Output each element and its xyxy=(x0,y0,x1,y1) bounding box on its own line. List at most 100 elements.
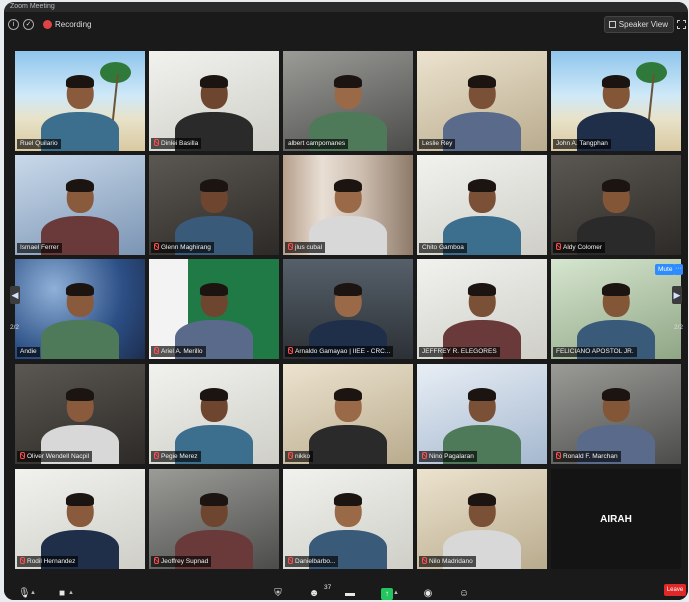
participant-tile[interactable]: Nino Pagalaran xyxy=(417,364,547,464)
participant-name: Ronald F. Marchan xyxy=(563,453,618,460)
security-button[interactable]: ⛨ xyxy=(272,583,284,599)
participant-name-tag: Ariel A. Merillo xyxy=(151,346,206,357)
page-indicator-right: 2/2 xyxy=(674,324,684,331)
mute-participant-button[interactable]: Mute xyxy=(655,264,676,275)
video-feed xyxy=(15,259,145,359)
record-icon: ◉ xyxy=(423,588,433,599)
muted-microphone-icon xyxy=(154,139,159,146)
participant-tile[interactable]: nikko xyxy=(283,364,413,464)
video-feed xyxy=(15,469,145,569)
participant-name-tag: Jeoffrey Supnad xyxy=(151,556,212,567)
caret-up-icon[interactable]: ▲ xyxy=(30,590,36,596)
chat-button[interactable]: ▬ xyxy=(344,583,356,599)
video-feed xyxy=(417,259,547,359)
participant-tile[interactable]: albert campomanes xyxy=(283,51,413,151)
participant-tile[interactable]: Rodil Hernandez xyxy=(15,469,145,569)
participant-tile[interactable]: Ariel A. Merillo xyxy=(149,259,279,359)
fullscreen-icon[interactable] xyxy=(677,20,686,29)
participant-tile[interactable]: John A. Tangphan xyxy=(551,51,681,151)
participant-name-tag: Glenn Maghirang xyxy=(151,242,214,253)
muted-microphone-icon xyxy=(288,243,293,250)
chat-icon: ▬ xyxy=(345,588,355,599)
reactions-button[interactable]: ☺ xyxy=(458,583,470,599)
page-indicator-left: 2/2 xyxy=(10,324,20,331)
muted-microphone-icon xyxy=(20,452,25,459)
participant-name-tag: Pegie Merez xyxy=(151,451,201,462)
participant-tile[interactable]: Dinlei Basilla xyxy=(149,51,279,151)
participant-tile[interactable]: Pegie Merez xyxy=(149,364,279,464)
participant-tile[interactable]: Danielbarbo... xyxy=(283,469,413,569)
muted-microphone-icon xyxy=(154,347,159,354)
participant-name-tag: John A. Tangphan xyxy=(553,139,611,149)
participant-name: Ruel Quilario xyxy=(20,140,58,147)
shield-icon[interactable]: ✓ xyxy=(23,19,34,30)
next-page-button[interactable]: ▶ xyxy=(672,286,682,304)
participant-name: JEFFREY R. ELEGORES xyxy=(422,348,497,355)
speaker-view-button[interactable]: Speaker View xyxy=(603,16,674,33)
caret-up-icon[interactable]: ▲ xyxy=(68,590,74,596)
video-feed xyxy=(417,364,547,464)
video-feed xyxy=(15,364,145,464)
title-bar: Zoom Meeting xyxy=(4,2,688,12)
participant-name-tag: Ismael Ferrer xyxy=(17,243,62,253)
participant-name-tag: Aldy Colomer xyxy=(553,242,606,253)
video-feed xyxy=(283,155,413,255)
participant-tile[interactable]: Arnaldo Gamayao | IIEE - CRC... xyxy=(283,259,413,359)
record-button[interactable]: ◉ xyxy=(422,583,434,599)
zoom-window: Zoom Meeting i ✓ Recording Speaker View … xyxy=(4,2,688,600)
share-screen-button[interactable]: ↑ ▲ xyxy=(381,583,399,600)
participant-name: Nilo Madridano xyxy=(429,558,473,565)
microphone-icon: 🎙 xyxy=(18,588,31,599)
muted-microphone-icon xyxy=(556,243,561,250)
speaker-view-icon xyxy=(608,21,616,28)
muted-microphone-icon xyxy=(288,347,293,354)
participant-tile[interactable]: Chito Gamboa xyxy=(417,155,547,255)
participant-video-figure xyxy=(41,281,119,359)
participant-tile[interactable]: Nilo Madridano xyxy=(417,469,547,569)
mute-button[interactable]: 🎙▲ xyxy=(18,583,36,599)
participant-name: nikko xyxy=(295,453,311,460)
muted-microphone-icon xyxy=(422,452,427,459)
caret-up-icon[interactable]: ▲ xyxy=(393,590,399,596)
video-feed xyxy=(417,469,547,569)
participant-tile[interactable]: Glenn Maghirang xyxy=(149,155,279,255)
participant-tile[interactable]: JEFFREY R. ELEGORES xyxy=(417,259,547,359)
participant-name: Ariel A. Merillo xyxy=(161,348,203,355)
participant-name: John A. Tangphan xyxy=(556,140,608,147)
participant-name-tag: Nino Pagalaran xyxy=(419,451,477,462)
muted-microphone-icon xyxy=(154,557,159,564)
leave-button[interactable]: Leave xyxy=(664,584,686,596)
muted-microphone-icon xyxy=(288,557,293,564)
participants-count: 37 xyxy=(324,584,332,591)
participant-name-tag: Andie xyxy=(17,347,40,357)
participant-name: jlus cubal xyxy=(295,244,323,251)
more-options-button[interactable]: ··· xyxy=(674,264,683,275)
video-feed xyxy=(417,51,547,151)
participant-tile[interactable]: Ismael Ferrer xyxy=(15,155,145,255)
participant-tile[interactable]: AIRAH xyxy=(551,469,681,569)
participant-name: Leslie Rey xyxy=(422,140,453,147)
window-title: Zoom Meeting xyxy=(10,3,55,10)
participant-tile[interactable]: Leslie Rey xyxy=(417,51,547,151)
participant-name: Dinlei Basilla xyxy=(161,140,199,147)
recording-label: Recording xyxy=(55,20,92,29)
participant-tile[interactable]: Oliver Wendell Nacpil xyxy=(15,364,145,464)
participant-tile[interactable]: Jeoffrey Supnad xyxy=(149,469,279,569)
participant-tile[interactable]: jlus cubal xyxy=(283,155,413,255)
participant-tile[interactable]: Ruel Quilario xyxy=(15,51,145,151)
participant-name-tag: Chito Gamboa xyxy=(419,243,467,253)
info-icon[interactable]: i xyxy=(8,19,19,30)
participant-tile[interactable]: Aldy Colomer xyxy=(551,155,681,255)
participant-name-tag: Arnaldo Gamayao | IIEE - CRC... xyxy=(285,346,394,357)
participant-name: FELICIANO APOSTOL JR. xyxy=(556,348,634,355)
muted-microphone-icon xyxy=(154,243,159,250)
participant-name-tag: nikko xyxy=(285,451,314,462)
participants-button[interactable]: ☻ 37 xyxy=(308,583,338,599)
participant-name-tag: Rodil Hernandez xyxy=(17,556,79,567)
video-button[interactable]: ■ ▲ xyxy=(56,583,74,599)
participant-tile[interactable]: Ronald F. Marchan xyxy=(551,364,681,464)
video-feed xyxy=(149,51,279,151)
participant-name: albert campomanes xyxy=(288,140,346,147)
previous-page-button[interactable]: ◀ xyxy=(10,286,20,304)
participant-tile[interactable]: Andie xyxy=(15,259,145,359)
